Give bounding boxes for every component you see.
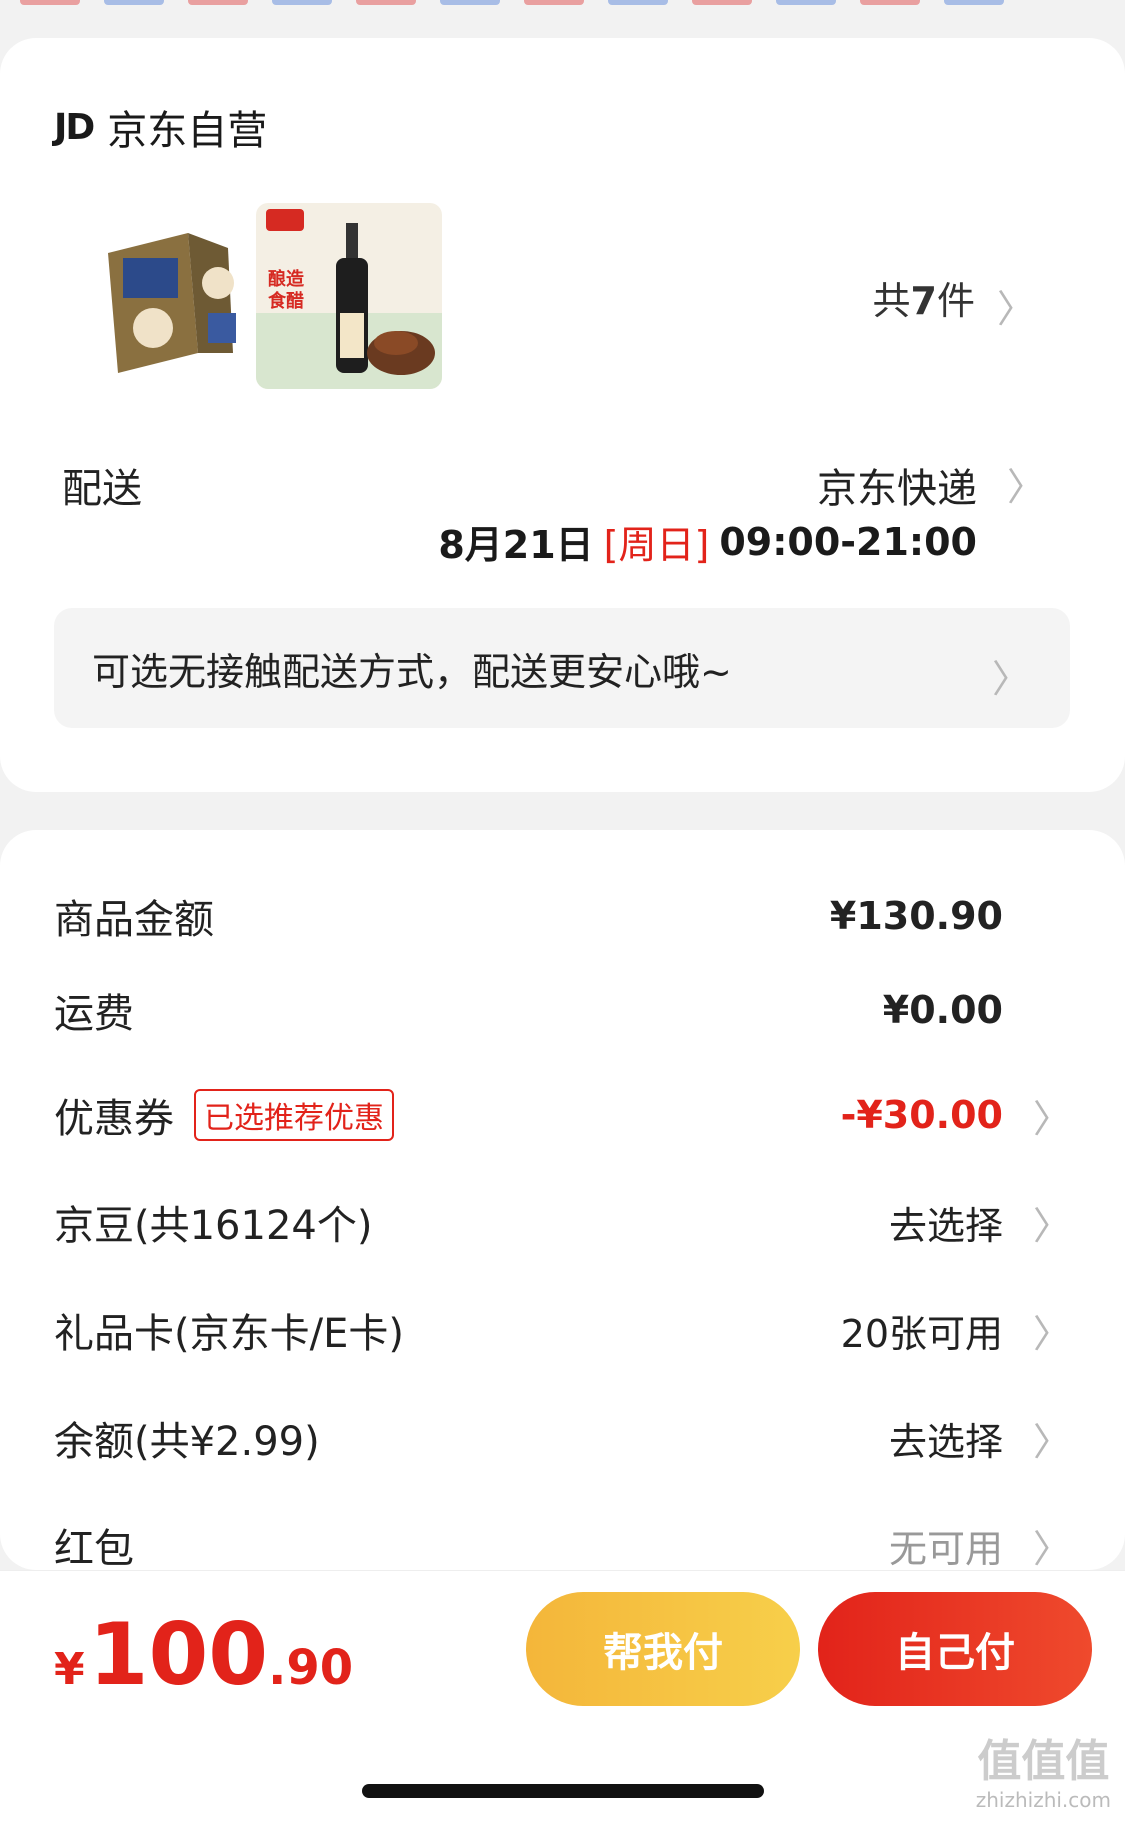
home-indicator[interactable] (362, 1784, 764, 1798)
delivery-time-range: 09:00-21:00 (719, 519, 977, 564)
chevron-right-icon: 〉 (1032, 1096, 1071, 1141)
coupon-value: -¥30.00 (840, 1093, 1003, 1137)
svg-text:食醋: 食醋 (267, 290, 304, 312)
chevron-right-icon[interactable]: 〉 (997, 278, 1035, 333)
goods-amount-value: ¥130.90 (829, 894, 1003, 938)
help-pay-button[interactable]: 帮我付 (526, 1592, 800, 1706)
balance-value: 去选择 (888, 1419, 1003, 1464)
store-name: 京东自营 (107, 108, 268, 154)
shipping-fee-value: ¥0.00 (882, 988, 1003, 1032)
total-price: ¥ 100 .90 (54, 1605, 354, 1705)
tissue-pack-icon (78, 203, 264, 389)
airmail-stripe (0, 0, 1125, 6)
chevron-right-icon: 〉 (1032, 1203, 1071, 1248)
row-balance[interactable]: 余额(共¥2.99) 去选择 〉 (54, 1408, 1071, 1468)
product-thumb-tissue[interactable] (78, 203, 264, 389)
self-pay-button[interactable]: 自己付 (818, 1592, 1092, 1706)
chevron-right-icon: 〉 (1032, 1311, 1071, 1356)
row-shipping-fee: 运费 ¥0.00 (54, 988, 1003, 1037)
delivery-weekday: [周日] (603, 523, 710, 567)
delivery-date: 8月21日 (438, 523, 594, 567)
watermark: 值值值 zhizhizhi.com (975, 1736, 1111, 1812)
home-indicator-area (0, 1720, 1125, 1823)
row-coupon[interactable]: 优惠券 已选推荐优惠 -¥30.00 〉 (54, 1085, 1071, 1145)
chevron-right-icon: 〉 (1032, 1526, 1071, 1571)
svg-text:酿造: 酿造 (268, 268, 304, 290)
delivery-carrier[interactable]: 京东快递 (817, 456, 977, 514)
store-header: JD 京东自营 (54, 98, 267, 156)
row-gift-card[interactable]: 礼品卡(京东卡/E卡) 20张可用 〉 (54, 1300, 1071, 1360)
notice-text: 可选无接触配送方式，配送更安心哦~ (92, 649, 732, 694)
chevron-right-icon[interactable]: 〉 (1007, 456, 1045, 511)
gift-card-value: 20张可用 (840, 1311, 1003, 1356)
order-items-card: JD 京东自营 酿造 食醋 共7件 〉 配送 京东快递 〉 8月21日 [周日]… (0, 38, 1125, 792)
row-jd-beans[interactable]: 京豆(共16124个) 去选择 〉 (54, 1192, 1071, 1252)
chevron-right-icon: 〉 (991, 657, 1030, 701)
jd-logo: JD (54, 106, 95, 148)
jd-beans-value: 去选择 (888, 1203, 1003, 1248)
delivery-label: 配送 (62, 466, 142, 512)
vinegar-bottle-icon: 酿造 食醋 (256, 203, 442, 389)
contactless-delivery-banner[interactable]: 可选无接触配送方式，配送更安心哦~ 〉 (54, 608, 1070, 728)
item-count[interactable]: 共7件 (873, 270, 975, 325)
delivery-time[interactable]: 8月21日 [周日] 09:00-21:00 (438, 514, 977, 569)
red-packet-value: 无可用 (888, 1526, 1003, 1571)
row-goods-amount: 商品金额 ¥130.90 (54, 894, 1003, 943)
coupon-selected-badge: 已选推荐优惠 (194, 1089, 394, 1141)
chevron-right-icon: 〉 (1032, 1419, 1071, 1464)
row-red-packet[interactable]: 红包 无可用 〉 (54, 1515, 1071, 1575)
product-thumb-vinegar[interactable]: 酿造 食醋 (256, 203, 442, 389)
